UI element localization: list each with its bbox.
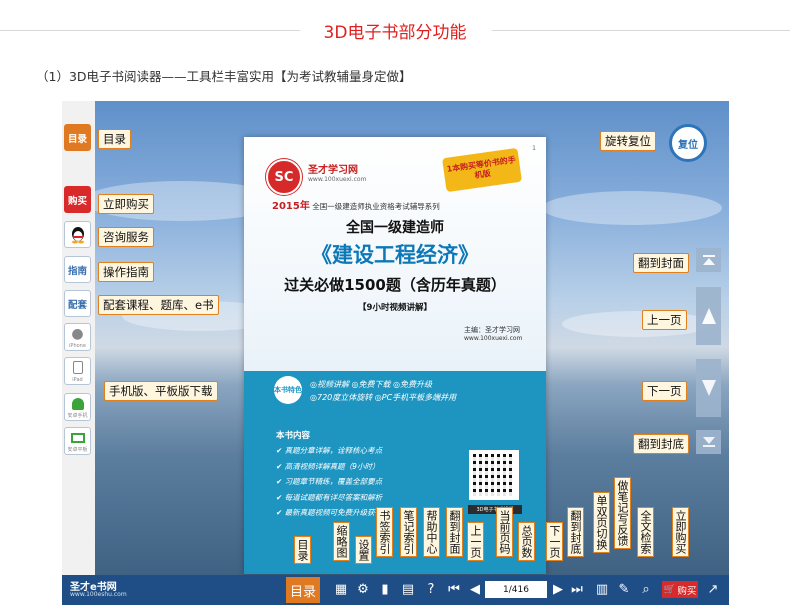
vtag-single-double: 单双页切换	[593, 492, 610, 553]
up-arrow-icon	[701, 308, 716, 324]
feature-badge: 本书特色	[274, 376, 302, 404]
qr-code	[469, 450, 519, 500]
cart-icon: 🛒	[663, 584, 676, 595]
first-page-button[interactable]	[696, 248, 721, 272]
tag-buy-now: 立即购买	[98, 194, 154, 214]
sidebar-buy-button[interactable]: 购买	[64, 186, 91, 213]
prev-page-icon[interactable]: ◀	[467, 580, 483, 598]
book-title-line3: 过关必做1500题（含历年真题）	[284, 276, 506, 294]
book-editor: 主编：圣才学习网	[464, 326, 520, 334]
search-icon[interactable]: ⌕	[638, 580, 654, 598]
vtag-prev-page: 上一页	[467, 522, 484, 561]
vtag-first-page: 翻到封面	[446, 507, 463, 557]
vtag-toc: 目录	[294, 536, 311, 564]
tag-reset: 旋转复位	[600, 131, 656, 151]
section-subtitle: （1）3D电子书阅读器——工具栏丰富实用【为考试教辅量身定做】	[36, 69, 412, 84]
next-page-button[interactable]	[696, 359, 721, 417]
last-page-icon[interactable]: ⏭	[569, 580, 585, 598]
sidebar-android-tablet-button[interactable]: 安卓平板	[64, 427, 91, 455]
list-item: ✔ 每道试题都有详尽答案和解析	[276, 492, 383, 502]
sidebar-iphone-button[interactable]: ● iPhone	[64, 323, 91, 351]
tag-consult: 咨询服务	[98, 227, 154, 247]
contents-list: ✔ 真题分章详解，诠释核心考点 ✔ 高清视频详解真题（9小时） ✔ 习题章节精练…	[276, 443, 382, 521]
publisher-url: www.100xuexi.com	[308, 176, 367, 183]
apple-icon: ●	[71, 325, 84, 342]
reset-rotation-button[interactable]: 复位	[669, 124, 707, 162]
vtag-thumbnails: 缩略图	[333, 522, 350, 561]
features-line1: ◎视频讲解 ◎免费下载 ◎免费升级	[310, 380, 433, 389]
sidebar-ipad-button[interactable]: iPad	[64, 357, 91, 385]
tag-prev-page: 上一页	[642, 310, 687, 330]
tag-toc: 目录	[98, 129, 131, 149]
tablet-icon	[72, 361, 83, 374]
sidebar-guide-button[interactable]: 指南	[64, 256, 91, 283]
vtag-settings: 设置	[355, 536, 372, 564]
down-arrow-icon	[701, 380, 716, 396]
last-page-button[interactable]	[696, 430, 721, 454]
help-icon[interactable]: ?	[423, 580, 439, 598]
first-page-icon	[702, 255, 715, 265]
tag-guide: 操作指南	[98, 262, 154, 282]
list-item: ✔ 最新真题视频可免费升级获得	[276, 508, 383, 517]
toolbar-buy-button[interactable]: 🛒 购买	[662, 581, 698, 598]
vtag-next-page: 下一页	[546, 522, 563, 561]
sidebar-toc-button[interactable]: 目录	[64, 124, 91, 151]
vtag-notes-feedback: 做笔记写反馈	[614, 477, 631, 549]
tag-last-page: 翻到封底	[633, 434, 689, 454]
single-double-icon[interactable]: ▥	[594, 580, 610, 598]
note-icon[interactable]: ▤	[400, 580, 416, 598]
first-page-icon[interactable]: ⏮	[446, 580, 462, 598]
page-title: 3D电子书部分功能	[323, 23, 467, 43]
list-item: ✔ 高清视频详解真题（9小时）	[276, 461, 380, 471]
features-line2: ◎720度立体旋转 ◎PC手机平板多端并用	[310, 393, 457, 402]
prev-page-button[interactable]	[696, 287, 721, 345]
share-icon[interactable]: ↗	[705, 580, 721, 598]
publisher-name: 圣才学习网	[308, 165, 358, 176]
toolbar-toc-button[interactable]: 目录	[286, 577, 320, 603]
book-title-line4: 【9小时视频讲解】	[358, 303, 432, 313]
contents-title: 本书内容	[276, 431, 311, 441]
vtag-current-page: 当前页码	[496, 507, 513, 557]
sidebar-kits-button[interactable]: 配套	[64, 290, 91, 317]
qq-icon	[71, 226, 84, 243]
sidebar-android-phone-button[interactable]: 安卓手机	[64, 393, 91, 421]
vtag-notes: 笔记索引	[400, 507, 417, 557]
next-page-icon[interactable]: ▶	[550, 580, 566, 598]
vtag-help: 帮助中心	[423, 507, 440, 557]
vtag-buy-now: 立即购买	[672, 507, 689, 557]
series-line: 2015年 全国一级建造师执业资格考试辅导系列	[272, 201, 440, 212]
brand-url: www.100eshu.com	[70, 591, 127, 598]
bookmark-icon[interactable]: ▮	[377, 580, 393, 598]
tag-next-page: 下一页	[642, 381, 687, 401]
book-title-line2: 《建设工程经济》	[311, 243, 479, 267]
thumbnails-icon[interactable]: ▦	[333, 580, 349, 598]
list-item: ✔ 习题章节精练，覆盖全部要点	[276, 477, 383, 486]
tag-download: 手机版、平板版下载	[104, 381, 218, 401]
pencil-icon[interactable]: ✎	[616, 580, 632, 598]
qr-caption: 3D电子书手机版	[468, 505, 522, 514]
vtag-total-pages: 总页数	[518, 522, 535, 561]
page-indicator[interactable]: 1/416	[485, 581, 547, 598]
android-icon	[71, 397, 84, 410]
last-page-icon	[702, 437, 715, 447]
cover-page-number: 1	[532, 145, 536, 152]
book-editor-url: www.100xuexi.com	[464, 335, 523, 342]
vtag-bookmarks: 书签索引	[376, 507, 393, 557]
list-item: ✔ 真题分章详解，诠释核心考点	[276, 446, 383, 455]
android-tablet-icon	[70, 432, 85, 443]
gear-icon[interactable]: ⚙	[355, 580, 371, 598]
publisher-logo: SC	[266, 159, 302, 195]
tag-kits: 配套课程、题库、e书	[98, 295, 219, 315]
sidebar-qq-button[interactable]	[64, 221, 91, 248]
vtag-search: 全文检索	[637, 507, 654, 557]
book-title-line1: 全国一级建造师	[346, 220, 444, 236]
tag-first-page: 翻到封面	[633, 253, 689, 273]
vtag-last-page: 翻到封底	[567, 507, 584, 557]
